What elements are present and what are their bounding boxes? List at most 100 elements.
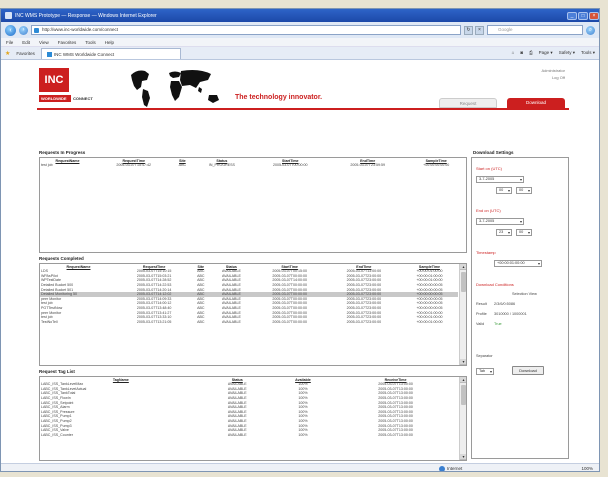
cond-row: Profile 3010000 / 1000001 — [476, 312, 527, 316]
tab-download[interactable]: Download — [507, 98, 565, 108]
menu-view[interactable]: View — [39, 40, 49, 45]
url-field[interactable]: http://www.inc-worldwide.com/connect — [31, 25, 461, 35]
header-divider — [37, 108, 569, 110]
table-cell: AVAILABLE — [227, 432, 247, 437]
menu-tools[interactable]: Tools — [85, 40, 96, 45]
separator-label: Separator — [476, 354, 493, 358]
completed-panel: RequestName RequestTime Site Status StartTim… — [39, 263, 467, 366]
download-settings-panel: Start on (UTC) 3-7-2005 00 00 End on (UT… — [471, 157, 569, 459]
completed-title: Requests Completed — [39, 256, 84, 261]
search-input[interactable]: Google — [487, 25, 583, 35]
scroll-down-icon[interactable]: ▾ — [460, 454, 466, 460]
table-cell: 2005-03-07T23:00:00 — [346, 319, 382, 324]
end-min-select[interactable]: 00 — [516, 229, 532, 236]
table-cell: 100% — [298, 432, 308, 437]
table-cell: 2005-03-07T00:00:00 — [272, 319, 307, 324]
world-map-image — [131, 70, 219, 107]
start-hour-select[interactable]: 00 — [496, 187, 512, 194]
taglist-scrollbar[interactable]: ▴ ▾ — [459, 377, 466, 460]
taglist-panel: TagName Status Available ReceiveTime LABC_I… — [39, 376, 467, 461]
zone-indicator: Internet — [439, 465, 463, 471]
forward-icon[interactable]: › — [19, 25, 28, 35]
print-icon[interactable]: ⎙ — [529, 50, 533, 56]
table-row[interactable]: TestNoTell 2005-03-07T13:21:05 ABC AVAILABL… — [40, 320, 458, 325]
taglist-table: TagName Status Available ReceiveTime LABC_I… — [40, 377, 458, 437]
taglist-title: Request Tag List — [39, 369, 75, 374]
home-icon[interactable]: ⌂ — [512, 50, 515, 56]
page-scrollbar[interactable] — [599, 61, 600, 463]
maximize-button[interactable]: □ — [578, 11, 588, 20]
table-cell: AVAILABLE — [222, 319, 241, 324]
ie-icon — [5, 12, 12, 19]
menu-bar: File Edit View Favorites Tools Help — [1, 38, 599, 47]
menu-favorites[interactable]: Favorites — [58, 40, 77, 45]
table-cell: 2005-03-07T13:00:00 — [378, 432, 413, 437]
scroll-up-icon[interactable]: ▴ — [460, 377, 466, 383]
start-date-select[interactable]: 3-7-2005 — [476, 176, 524, 183]
page-menu[interactable]: Page ▾ — [539, 50, 553, 56]
menu-edit[interactable]: Edit — [22, 40, 30, 45]
status-bar: Internet 100% — [1, 463, 599, 471]
scroll-thumb[interactable] — [461, 385, 466, 405]
menu-help[interactable]: Help — [105, 40, 114, 45]
back-icon[interactable]: ‹ — [5, 24, 16, 36]
download-settings-title: Download Settings — [473, 150, 514, 155]
table-cell: 2005-03-07T00:00:00 — [272, 163, 308, 168]
logo-sub2: CONNECT — [73, 96, 93, 101]
completed-table: RequestName RequestTime Site Status StartTim… — [40, 264, 458, 324]
table-cell: IN_PROGRESS — [208, 163, 235, 168]
cond-row: Result 2/3/6/0:5086 — [476, 302, 516, 306]
header-links: Administrator Log Off — [541, 67, 565, 81]
address-bar: ‹ › http://www.inc-worldwide.com/connect… — [1, 22, 599, 38]
table-cell: TestNoTell — [41, 319, 58, 324]
browser-window: INC WMS Prototype — Response — Windows I… — [0, 8, 600, 472]
minimize-button[interactable]: _ — [567, 11, 577, 20]
completed-scrollbar[interactable]: ▴ ▾ — [459, 264, 466, 365]
in-progress-table: RequestName RequestTime Site Status StartTim… — [40, 158, 466, 168]
browser-tab[interactable]: INC WMS Worldwide Connect — [40, 48, 181, 59]
close-button[interactable]: × — [589, 11, 599, 20]
cond-row: Valid True — [476, 322, 502, 326]
table-cell: ABC — [178, 163, 187, 168]
app-container: INC WORLDWIDE CONNECT The technology inn… — [37, 61, 569, 463]
download-button[interactable]: Download — [512, 366, 544, 375]
zone-label: Internet — [447, 466, 463, 471]
conditions-label: Download Conditions — [476, 282, 514, 287]
table-cell: +00:00:00:00:00 — [423, 163, 450, 168]
table-cell: +00:00:01:00:00 — [416, 319, 443, 324]
interval-label: Timestamp — [476, 250, 496, 255]
admin-link[interactable]: Administrator — [541, 67, 565, 74]
tab-request[interactable]: Request — [439, 98, 497, 108]
safety-menu[interactable]: Safety ▾ — [559, 50, 575, 56]
table-cell: ABC — [197, 319, 205, 324]
search-icon[interactable]: ⌕ — [586, 25, 595, 35]
favorites-button[interactable]: Favorites — [16, 51, 35, 56]
separator-select[interactable]: Tab — [476, 368, 494, 375]
logo-mark: INC — [39, 68, 69, 92]
feeds-icon[interactable]: ◙ — [520, 50, 523, 56]
page-icon — [46, 51, 52, 57]
table-row[interactable]: LABC_ISS_Counter AVAILABLE 100% 2005-03-07T… — [40, 433, 458, 438]
tools-menu[interactable]: Tools ▾ — [581, 50, 595, 56]
app-header: INC WORLDWIDE CONNECT The technology inn… — [37, 61, 569, 116]
refresh-icon[interactable]: ↻ — [464, 25, 473, 35]
in-progress-panel: RequestName RequestTime Site Status StartTim… — [39, 157, 467, 253]
zoom-level[interactable]: 100% — [581, 466, 593, 471]
logo-sub: WORLDWIDE — [39, 95, 71, 102]
start-min-select[interactable]: 00 — [516, 187, 532, 194]
page-content: INC WORLDWIDE CONNECT The technology inn… — [1, 61, 599, 463]
scroll-thumb[interactable] — [461, 272, 466, 292]
start-label: Start on (UTC) — [476, 166, 503, 171]
logoff-link[interactable]: Log Off — [541, 74, 565, 81]
end-hour-select[interactable]: 23 — [496, 229, 512, 236]
stop-icon[interactable]: × — [475, 25, 484, 35]
scroll-down-icon[interactable]: ▾ — [460, 359, 466, 365]
end-date-select[interactable]: 3-7-2005 — [476, 218, 524, 225]
interval-select[interactable]: +00:00:01:00:00 — [494, 260, 542, 267]
scroll-up-icon[interactable]: ▴ — [460, 264, 466, 270]
tab-label: INC WMS Worldwide Connect — [53, 51, 115, 57]
inc-logo: INC WORLDWIDE CONNECT — [39, 68, 93, 112]
menu-file[interactable]: File — [6, 40, 13, 45]
favorites-star-icon[interactable]: ★ — [5, 50, 10, 57]
table-row[interactable]: test job 2005-03-07T15:47:42 ABC IN_PROGRES… — [40, 163, 466, 168]
